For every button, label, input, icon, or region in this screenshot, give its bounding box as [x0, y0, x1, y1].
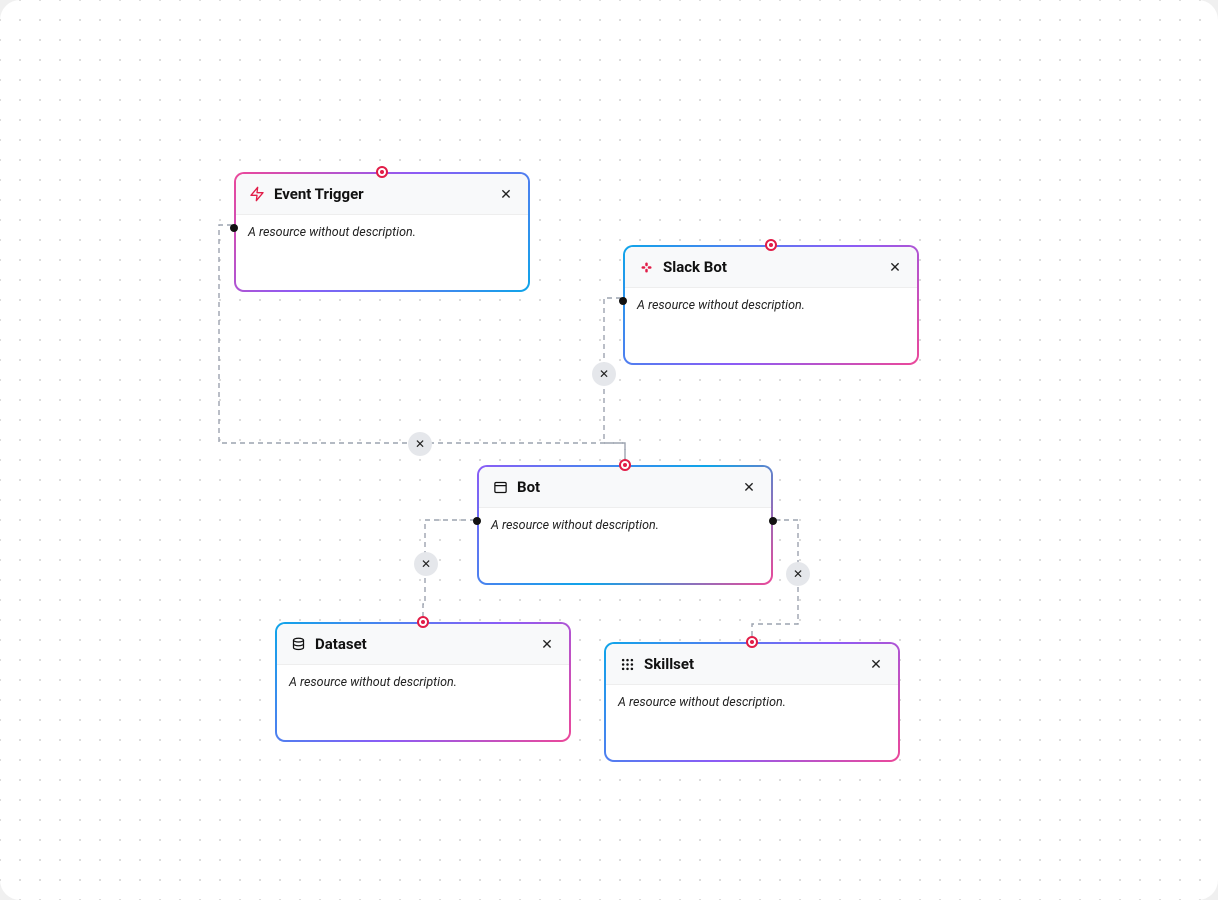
node-handle-top[interactable]: [765, 239, 777, 251]
node-header: Dataset ✕: [277, 624, 569, 665]
node-title: Bot: [517, 478, 739, 496]
node-close-button[interactable]: ✕: [496, 184, 516, 204]
node-handle-top[interactable]: [746, 636, 758, 648]
node-close-button[interactable]: ✕: [739, 477, 759, 497]
node-header: Bot ✕: [479, 467, 771, 508]
node-title: Slack Bot: [663, 258, 885, 276]
edge-delete-button[interactable]: ✕: [786, 562, 810, 586]
node-title: Dataset: [315, 635, 537, 653]
node-description: A resource without description.: [479, 508, 771, 543]
node-handle-top[interactable]: [376, 166, 388, 178]
node-close-button[interactable]: ✕: [866, 654, 886, 674]
node-slack-bot[interactable]: Slack Bot ✕ A resource without descripti…: [623, 245, 919, 365]
grid-icon: [618, 655, 636, 673]
edges-layer: [0, 0, 1218, 900]
flow-canvas[interactable]: Event Trigger ✕ A resource without descr…: [0, 0, 1218, 900]
lightning-icon: [248, 185, 266, 203]
edge-delete-button[interactable]: ✕: [414, 552, 438, 576]
node-close-button[interactable]: ✕: [537, 634, 557, 654]
node-close-button[interactable]: ✕: [885, 257, 905, 277]
node-header: Slack Bot ✕: [625, 247, 917, 288]
node-handle-left[interactable]: [473, 517, 481, 525]
node-handle-left[interactable]: [619, 297, 627, 305]
node-title: Skillset: [644, 655, 866, 673]
node-handle-left[interactable]: [230, 224, 238, 232]
node-skillset[interactable]: Skillset ✕ A resource without descriptio…: [604, 642, 900, 762]
database-icon: [289, 635, 307, 653]
node-description: A resource without description.: [625, 288, 917, 323]
node-handle-top[interactable]: [417, 616, 429, 628]
node-description: A resource without description.: [606, 685, 898, 720]
node-event-trigger[interactable]: Event Trigger ✕ A resource without descr…: [234, 172, 530, 292]
node-header: Skillset ✕: [606, 644, 898, 685]
node-handle-right[interactable]: [769, 517, 777, 525]
window-icon: [491, 478, 509, 496]
edge-delete-button[interactable]: ✕: [408, 432, 432, 456]
node-title: Event Trigger: [274, 185, 496, 203]
slack-icon: [637, 258, 655, 276]
node-dataset[interactable]: Dataset ✕ A resource without description…: [275, 622, 571, 742]
node-handle-top[interactable]: [619, 459, 631, 471]
edge-delete-button[interactable]: ✕: [592, 362, 616, 386]
node-bot[interactable]: Bot ✕ A resource without description.: [477, 465, 773, 585]
node-description: A resource without description.: [236, 215, 528, 250]
node-header: Event Trigger ✕: [236, 174, 528, 215]
node-description: A resource without description.: [277, 665, 569, 700]
